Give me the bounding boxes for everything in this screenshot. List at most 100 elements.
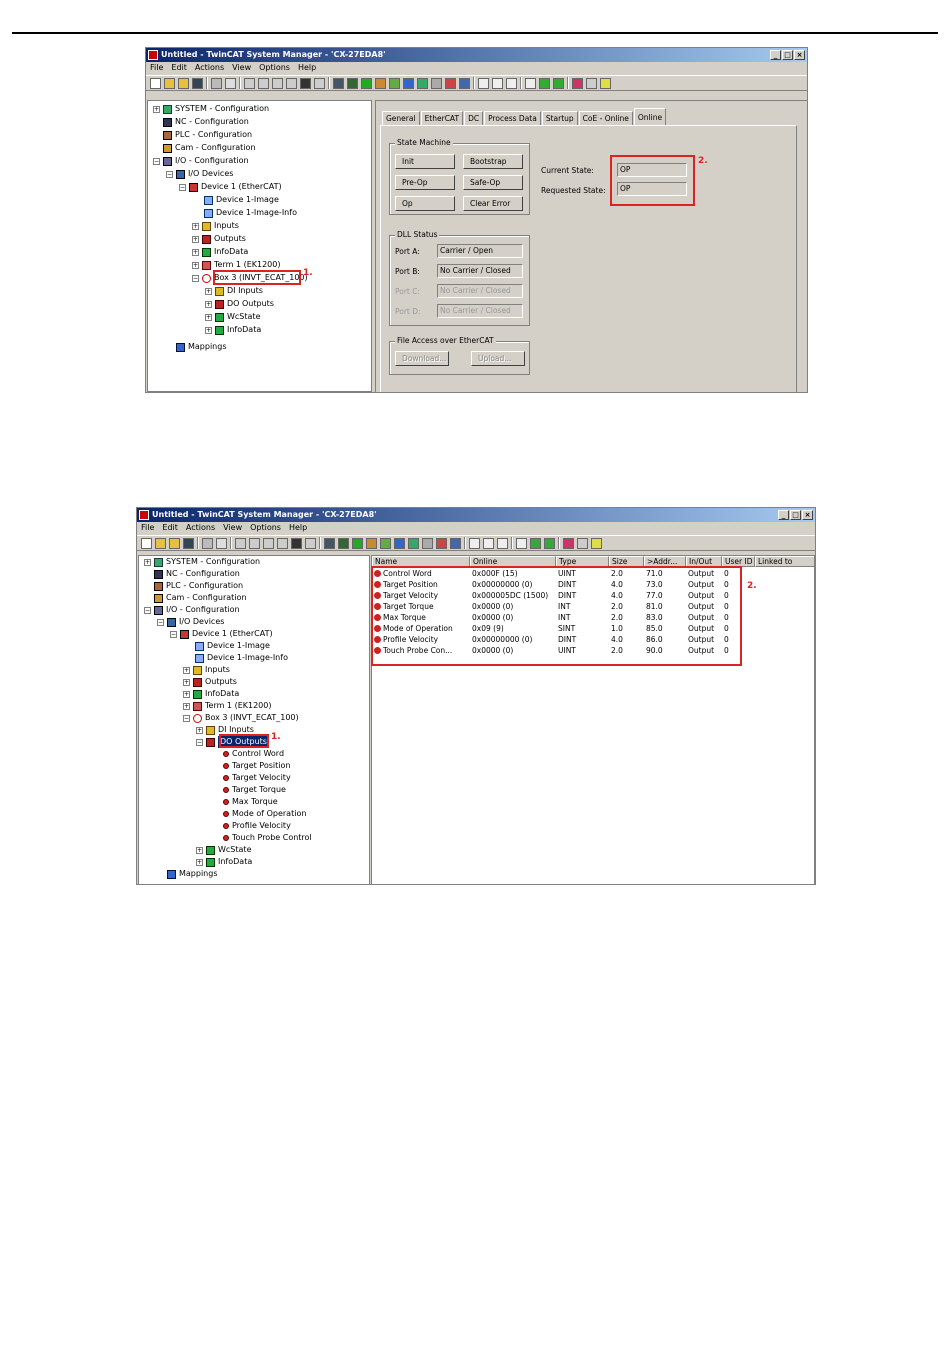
tree-infodata[interactable]: + InfoData	[192, 246, 248, 258]
tab-coe-online[interactable]: CoE - Online	[578, 111, 633, 126]
tree-io[interactable]: − I/O - Configuration	[153, 155, 249, 167]
tab-ethercat[interactable]: EtherCAT	[420, 111, 464, 126]
tree-device1-image[interactable]: Device 1-Image	[195, 640, 270, 652]
minimize-button[interactable]: _	[770, 50, 781, 60]
check-configuration-icon[interactable]	[338, 537, 349, 549]
expand-icon[interactable]: +	[183, 702, 190, 710]
activate-configuration-icon[interactable]	[366, 537, 377, 549]
scope-icon[interactable]	[516, 537, 527, 549]
tree-nc[interactable]: NC - Configuration	[154, 568, 240, 580]
tree-plc[interactable]: PLC - Configuration	[163, 129, 252, 141]
load-icon[interactable]	[417, 77, 428, 89]
save-icon[interactable]	[183, 537, 194, 549]
expand-icon[interactable]: +	[183, 678, 190, 686]
find-icon[interactable]	[291, 537, 302, 549]
bootstrap-button[interactable]: Bootstrap	[463, 154, 523, 169]
scan-icon[interactable]	[436, 537, 447, 549]
open-folder-icon[interactable]	[178, 77, 189, 89]
expand-icon[interactable]: +	[205, 326, 212, 334]
tree-var-target-torque[interactable]: Target Torque	[223, 784, 286, 796]
tree-outputs[interactable]: + Outputs	[183, 676, 237, 688]
tree-var-target-velocity[interactable]: Target Velocity	[223, 772, 291, 784]
tree-do-outputs[interactable]: + DO Outputs	[205, 298, 274, 310]
scan-icon[interactable]	[445, 77, 456, 89]
cut-icon[interactable]	[244, 77, 255, 89]
upload-button[interactable]: Upload...	[471, 351, 525, 366]
print-preview-icon[interactable]	[225, 77, 236, 89]
new-icon[interactable]	[141, 537, 152, 549]
tree-var-target-position[interactable]: Target Position	[223, 760, 290, 772]
find-next-icon[interactable]	[305, 537, 316, 549]
tree-box-infodata[interactable]: + InfoData	[196, 856, 252, 868]
expand-icon[interactable]: +	[205, 313, 212, 321]
config-mode-icon[interactable]	[394, 537, 405, 549]
restart-icon[interactable]	[389, 77, 400, 89]
column-linked-to[interactable]: Linked to	[755, 556, 814, 567]
preop-button[interactable]: Pre-Op	[395, 175, 455, 190]
init-button[interactable]: Init	[395, 154, 455, 169]
tree-wcstate[interactable]: + WcState	[196, 844, 251, 856]
cut-icon[interactable]	[235, 537, 246, 549]
network-icon[interactable]	[497, 537, 508, 549]
module-icon[interactable]	[544, 537, 555, 549]
generate-mappings-icon[interactable]	[333, 77, 344, 89]
tree-wcstate[interactable]: + WcState	[205, 311, 260, 323]
expand-icon[interactable]: +	[196, 726, 203, 734]
paste-special-icon[interactable]	[277, 537, 288, 549]
menu-options[interactable]: Options	[250, 522, 281, 534]
expand-icon[interactable]: +	[192, 261, 199, 269]
collapse-icon[interactable]: −	[144, 606, 151, 614]
menu-actions[interactable]: Actions	[186, 522, 215, 534]
expand-icon[interactable]: +	[144, 558, 151, 566]
tree-infodata[interactable]: + InfoData	[183, 688, 239, 700]
help-icon[interactable]	[591, 537, 602, 549]
open-folder-icon[interactable]	[169, 537, 180, 549]
collapse-icon[interactable]: −	[196, 738, 203, 746]
expand-icon[interactable]: +	[205, 300, 212, 308]
tree-device1-image[interactable]: Device 1-Image	[204, 194, 279, 206]
tree-plc[interactable]: PLC - Configuration	[154, 580, 243, 592]
expand-icon[interactable]: +	[192, 235, 199, 243]
check-icon[interactable]	[352, 537, 363, 549]
tree-io-devices[interactable]: − I/O Devices	[157, 616, 224, 628]
config-mode-icon[interactable]	[403, 77, 414, 89]
tree-var-mode-of-operation[interactable]: Mode of Operation	[223, 808, 306, 820]
menu-edit[interactable]: Edit	[171, 62, 187, 74]
tree-term1[interactable]: + Term 1 (EK1200)	[183, 700, 271, 712]
expand-icon[interactable]: +	[196, 858, 203, 866]
menu-view[interactable]: View	[223, 522, 242, 534]
menu-help[interactable]: Help	[298, 62, 316, 74]
help-icon[interactable]	[600, 77, 611, 89]
restart-icon[interactable]	[380, 537, 391, 549]
tree-mappings[interactable]: Mappings	[176, 341, 227, 353]
online-icon[interactable]	[450, 537, 461, 549]
tree-device1[interactable]: − Device 1 (EtherCAT)	[179, 181, 282, 193]
tree-var-profile-velocity[interactable]: Profile Velocity	[223, 820, 291, 832]
collapse-icon[interactable]: −	[170, 630, 177, 638]
tools-icon[interactable]	[431, 77, 442, 89]
tree-system[interactable]: + SYSTEM - Configuration	[144, 556, 260, 568]
tree-cam[interactable]: Cam - Configuration	[163, 142, 256, 154]
copy-icon[interactable]	[258, 77, 269, 89]
tree-cam[interactable]: Cam - Configuration	[154, 592, 247, 604]
info-icon[interactable]	[577, 537, 588, 549]
expand-icon[interactable]: +	[153, 105, 160, 113]
menu-options[interactable]: Options	[259, 62, 290, 74]
menu-actions[interactable]: Actions	[195, 62, 224, 74]
download-button[interactable]: Download...	[395, 351, 449, 366]
maximize-button[interactable]: □	[790, 510, 801, 520]
menu-help[interactable]: Help	[289, 522, 307, 534]
info-icon[interactable]	[586, 77, 597, 89]
online-icon[interactable]	[459, 77, 470, 89]
collapse-icon[interactable]: −	[183, 714, 190, 722]
menu-file[interactable]: File	[141, 522, 154, 534]
expand-icon[interactable]: +	[183, 690, 190, 698]
close-button[interactable]: ×	[802, 510, 813, 520]
safeop-button[interactable]: Safe-Op	[463, 175, 523, 190]
tree-var-control-word[interactable]: Control Word	[223, 748, 284, 760]
scope-icon[interactable]	[525, 77, 536, 89]
tree-box3[interactable]: − Box 3 (INVT_ECAT_100)	[183, 712, 299, 724]
collapse-icon[interactable]: −	[153, 157, 160, 165]
tree-device1-image-info[interactable]: Device 1-Image-Info	[204, 207, 297, 219]
tree-system[interactable]: + SYSTEM - Configuration	[153, 103, 269, 115]
